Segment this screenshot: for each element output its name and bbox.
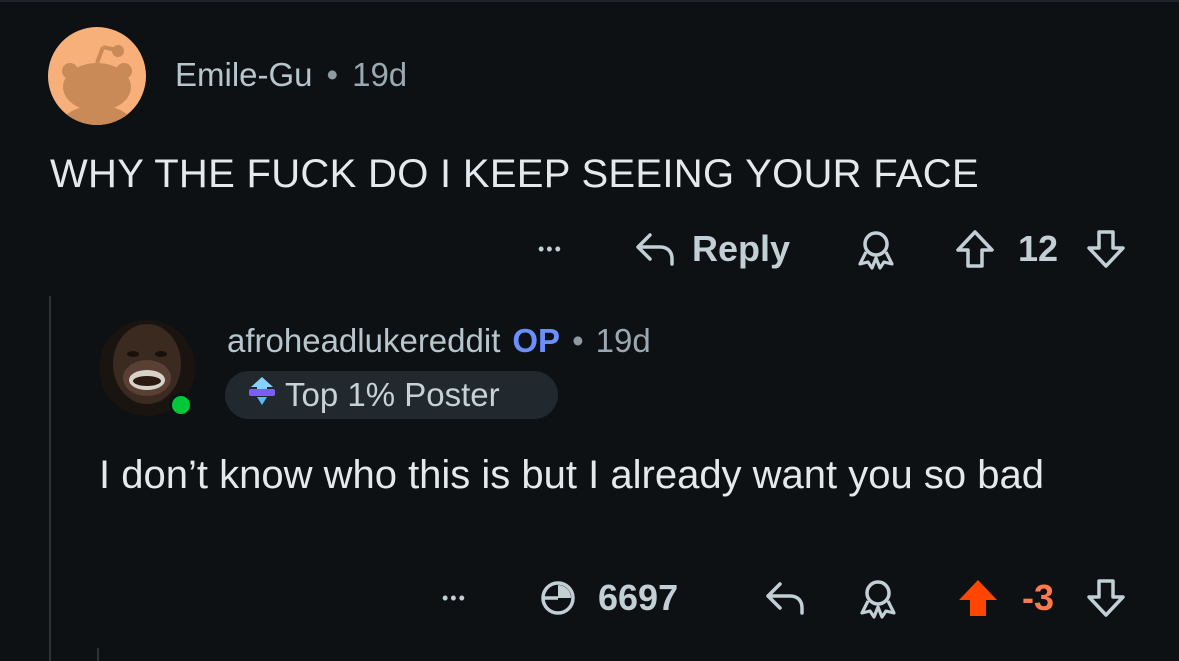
top-divider bbox=[0, 0, 1179, 2]
downvote-icon bbox=[1085, 577, 1127, 619]
upvote-icon bbox=[954, 228, 996, 270]
comment-meta: afroheadlukereddit OP • 19d bbox=[227, 322, 651, 360]
view-count: 6697 bbox=[598, 577, 679, 618]
comment-action-bar: ••• 6697 -3 bbox=[430, 575, 1131, 621]
views-icon bbox=[538, 578, 578, 618]
award-button[interactable] bbox=[858, 575, 898, 621]
vote-count: 12 bbox=[1018, 228, 1059, 269]
thread-line[interactable] bbox=[49, 296, 51, 661]
meta-separator: • bbox=[572, 322, 584, 359]
username[interactable]: Emile-Gu bbox=[175, 56, 313, 94]
comment-action-bar: ••• Reply 12 bbox=[530, 226, 1131, 272]
reply-icon bbox=[634, 231, 676, 267]
online-status-indicator bbox=[169, 393, 193, 417]
comment-body: WHY THE FUCK DO I KEEP SEEING YOUR FACE bbox=[50, 152, 979, 196]
comment-body: I don’t know who this is but I already w… bbox=[99, 453, 1044, 497]
user-flair[interactable]: Top 1% Poster bbox=[225, 371, 558, 419]
vote-count: -3 bbox=[1022, 577, 1055, 618]
upvote-icon-active bbox=[956, 577, 1000, 619]
op-badge: OP bbox=[512, 322, 561, 359]
snoo-avatar-icon bbox=[60, 45, 134, 125]
views-button[interactable]: 6697 bbox=[538, 575, 678, 621]
timestamp: 19d bbox=[595, 322, 651, 359]
more-options-button[interactable]: ••• bbox=[442, 575, 467, 621]
flair-label: Top 1% Poster bbox=[285, 376, 500, 413]
downvote-icon bbox=[1085, 228, 1127, 270]
top-poster-icon bbox=[247, 375, 277, 415]
thread-line[interactable] bbox=[97, 648, 99, 661]
reply-button[interactable] bbox=[764, 575, 806, 621]
more-icon: ••• bbox=[538, 238, 563, 259]
reply-label: Reply bbox=[692, 228, 791, 269]
more-options-button[interactable]: ••• bbox=[538, 226, 563, 272]
reply-button[interactable]: Reply bbox=[634, 226, 790, 272]
reply-icon bbox=[764, 580, 806, 616]
award-icon bbox=[856, 228, 896, 270]
username[interactable]: afroheadlukereddit bbox=[227, 322, 500, 360]
more-icon: ••• bbox=[442, 587, 467, 608]
award-icon bbox=[858, 577, 898, 619]
upvote-button[interactable] bbox=[954, 226, 996, 272]
downvote-button[interactable] bbox=[1085, 575, 1127, 621]
meta-separator: • bbox=[326, 56, 339, 93]
user-avatar-emile-gu[interactable] bbox=[48, 27, 146, 125]
award-button[interactable] bbox=[856, 226, 896, 272]
downvote-button[interactable] bbox=[1085, 226, 1127, 272]
comment-meta: Emile-Gu • 19d bbox=[175, 56, 407, 94]
upvote-button[interactable] bbox=[956, 575, 1000, 621]
timestamp: 19d bbox=[352, 56, 408, 93]
